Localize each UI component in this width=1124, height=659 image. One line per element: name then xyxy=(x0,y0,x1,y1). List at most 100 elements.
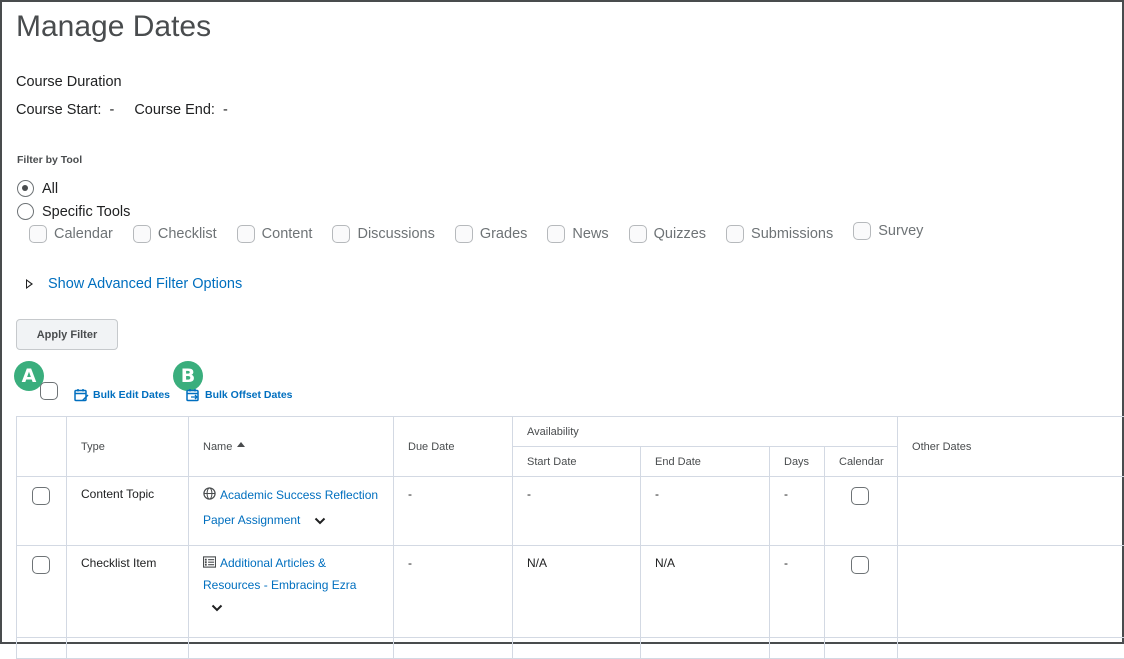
calendar-checkbox[interactable] xyxy=(851,556,869,574)
checkbox[interactable] xyxy=(29,225,47,243)
checkbox[interactable] xyxy=(237,225,255,243)
checkbox[interactable] xyxy=(547,225,565,243)
column-header-name[interactable]: Name xyxy=(189,417,394,477)
checkbox[interactable] xyxy=(332,225,350,243)
type-cell: Content Topic xyxy=(67,477,189,546)
calendar-checkbox[interactable] xyxy=(851,487,869,505)
column-header-type: Type xyxy=(67,417,189,477)
tool-label: News xyxy=(572,226,608,242)
chevron-down-icon[interactable] xyxy=(314,517,326,525)
calendar-offset-icon xyxy=(186,388,201,402)
apply-filter-button[interactable]: Apply Filter xyxy=(16,319,118,350)
tool-label: Calendar xyxy=(54,226,113,242)
course-dates: Course Start: - Course End: - xyxy=(16,102,232,118)
tool-submissions[interactable]: Submissions xyxy=(726,225,833,243)
course-end-value: - xyxy=(223,102,228,118)
calendar-cell xyxy=(825,546,898,638)
other-dates-cell xyxy=(898,477,1124,546)
item-link[interactable]: Additional Articles & xyxy=(220,556,326,570)
table-row: Checklist Item Additional Articles & Res… xyxy=(17,546,1124,638)
tool-calendar[interactable]: Calendar xyxy=(29,225,113,243)
calendar-cell xyxy=(825,477,898,546)
checkbox[interactable] xyxy=(853,222,871,240)
column-header-other-dates: Other Dates xyxy=(898,417,1124,477)
select-column-header xyxy=(17,417,67,477)
radio-button-specific-tools[interactable] xyxy=(17,203,34,220)
name-cell: Additional Articles & Resources - Embrac… xyxy=(189,546,394,638)
days-cell: - xyxy=(770,546,825,638)
column-header-start-date: Start Date xyxy=(513,447,641,477)
item-link[interactable]: Academic Success Reflection xyxy=(220,488,378,502)
globe-icon xyxy=(203,487,216,500)
table-row: Content Topic Academic Success Reflectio… xyxy=(17,477,1124,546)
tool-quizzes[interactable]: Quizzes xyxy=(629,225,706,243)
table-row xyxy=(17,638,1124,659)
tool-survey[interactable]: Survey xyxy=(853,222,923,240)
sort-ascending-icon xyxy=(237,442,245,447)
page-title: Manage Dates xyxy=(16,10,211,44)
course-end-label: Course End: xyxy=(134,102,215,118)
tool-grades[interactable]: Grades xyxy=(455,225,528,243)
dates-table: Type Name Due Date Availability Other Da… xyxy=(16,416,1124,659)
tool-discussions[interactable]: Discussions xyxy=(332,225,434,243)
checkbox[interactable] xyxy=(726,225,744,243)
checkbox[interactable] xyxy=(455,225,473,243)
tool-label: Checklist xyxy=(158,226,217,242)
tool-checkboxes: Calendar Checklist Content Discussions G… xyxy=(29,225,943,243)
course-start-value: - xyxy=(109,102,114,118)
row-checkbox[interactable] xyxy=(32,487,50,505)
radio-all[interactable]: All xyxy=(17,180,58,197)
tool-label: Content xyxy=(262,226,313,242)
end-date-cell[interactable]: - xyxy=(641,477,770,546)
bulk-offset-dates-label: Bulk Offset Dates xyxy=(205,389,293,401)
radio-specific-tools-label: Specific Tools xyxy=(42,204,130,220)
checkbox[interactable] xyxy=(629,225,647,243)
radio-all-label: All xyxy=(42,181,58,197)
row-checkbox[interactable] xyxy=(32,556,50,574)
course-start-label: Course Start: xyxy=(16,102,101,118)
bulk-edit-dates-button[interactable]: Bulk Edit Dates xyxy=(74,388,170,402)
column-header-calendar: Calendar xyxy=(825,447,898,477)
radio-button-all[interactable] xyxy=(17,180,34,197)
select-all-checkbox[interactable] xyxy=(40,382,58,400)
bulk-edit-dates-label: Bulk Edit Dates xyxy=(93,389,170,401)
column-group-availability: Availability xyxy=(513,417,898,447)
column-header-days: Days xyxy=(770,447,825,477)
filter-by-tool-label: Filter by Tool xyxy=(17,154,82,166)
checkbox[interactable] xyxy=(133,225,151,243)
column-header-due-date: Due Date xyxy=(394,417,513,477)
column-header-end-date: End Date xyxy=(641,447,770,477)
start-date-cell: N/A xyxy=(513,546,641,638)
tool-content[interactable]: Content xyxy=(237,225,313,243)
callout-badge-b: B xyxy=(173,361,203,391)
due-date-cell[interactable]: - xyxy=(394,477,513,546)
due-date-cell: - xyxy=(394,546,513,638)
advanced-filter-link[interactable]: Show Advanced Filter Options xyxy=(48,276,242,292)
caret-right-icon xyxy=(26,279,33,289)
course-duration-label: Course Duration xyxy=(16,74,122,90)
tool-checklist[interactable]: Checklist xyxy=(133,225,217,243)
checklist-icon xyxy=(203,556,216,568)
item-link-continued[interactable]: Paper Assignment xyxy=(203,513,300,527)
tool-news[interactable]: News xyxy=(547,225,608,243)
tool-label: Survey xyxy=(878,223,923,239)
end-date-cell: N/A xyxy=(641,546,770,638)
chevron-down-icon[interactable] xyxy=(211,604,223,612)
type-cell: Checklist Item xyxy=(67,546,189,638)
calendar-edit-icon xyxy=(74,388,89,402)
days-cell: - xyxy=(770,477,825,546)
show-advanced-filter-options[interactable]: Show Advanced Filter Options xyxy=(22,276,242,292)
row-select-cell xyxy=(17,546,67,638)
tool-label: Grades xyxy=(480,226,528,242)
other-dates-cell xyxy=(898,546,1124,638)
tool-label: Submissions xyxy=(751,226,833,242)
name-cell: Academic Success Reflection Paper Assign… xyxy=(189,477,394,546)
radio-specific-tools[interactable]: Specific Tools xyxy=(17,203,130,220)
name-header-label: Name xyxy=(203,441,232,453)
row-select-cell xyxy=(17,477,67,546)
bulk-offset-dates-button[interactable]: Bulk Offset Dates xyxy=(186,388,293,402)
item-link-continued[interactable]: Resources - Embracing Ezra xyxy=(203,578,356,592)
start-date-cell[interactable]: - xyxy=(513,477,641,546)
tool-label: Discussions xyxy=(357,226,434,242)
tool-label: Quizzes xyxy=(654,226,706,242)
